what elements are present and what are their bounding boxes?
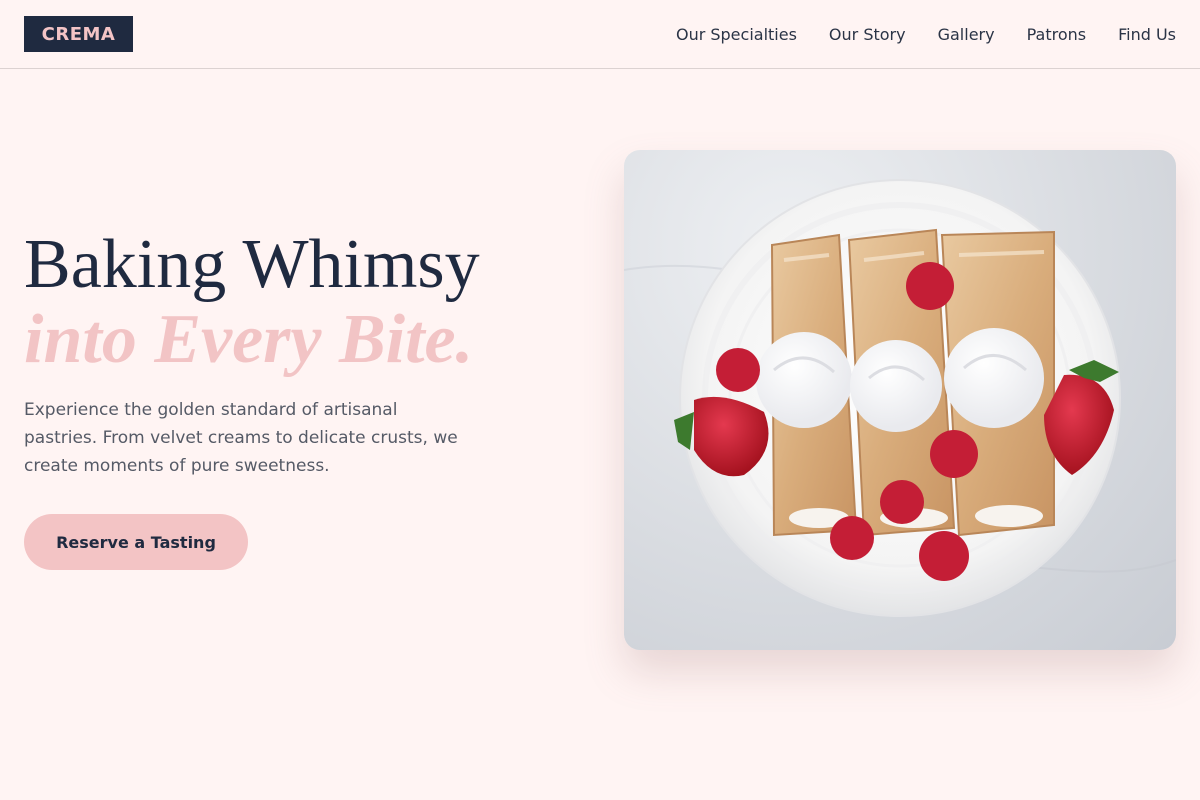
nav-link-patrons[interactable]: Patrons [1027,25,1087,44]
reserve-tasting-button[interactable]: Reserve a Tasting [24,514,248,570]
nav-link-our-specialties[interactable]: Our Specialties [676,25,797,44]
nav-links: Our Specialties Our Story Gallery Patron… [676,0,1176,68]
hero-title: Baking Whimsy into Every Bite. [24,226,564,376]
hero-food-photo [624,150,1176,650]
crepes-plate-illustration [624,179,1176,617]
hero-title-line-1: Baking Whimsy [24,226,480,303]
top-navbar: CREMA Our Specialties Our Story Gallery … [0,0,1200,69]
nav-link-gallery[interactable]: Gallery [938,25,995,44]
nav-link-our-story[interactable]: Our Story [829,25,906,44]
nav-link-find-us[interactable]: Find Us [1118,25,1176,44]
brand-logo[interactable]: CREMA [24,16,133,52]
hero-text-block: Baking Whimsy into Every Bite. Experienc… [24,226,564,480]
hero-title-line-2: into Every Bite. [24,301,474,378]
hero-subtitle: Experience the golden standard of artisa… [24,400,458,476]
